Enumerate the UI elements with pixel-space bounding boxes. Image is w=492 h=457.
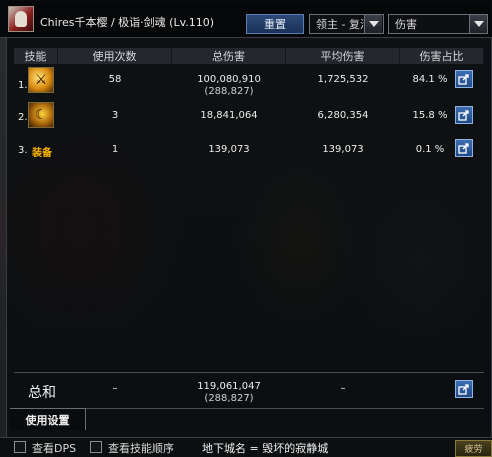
uses-value: 1 — [111, 144, 119, 155]
chevron-down-icon — [364, 15, 382, 33]
equipment-label: 装备 — [32, 148, 52, 159]
uses-value: 3 — [111, 110, 119, 121]
character-title: Chires千本樱 / 极诣·剑魂 (Lv.110) — [40, 16, 215, 29]
panel-header: Chires千本樱 / 极诣·剑魂 (Lv.110) 重置 领主 - 复活...… — [0, 0, 492, 38]
summary-total-subvalue: (288,827) — [204, 393, 254, 404]
summary-label: 总和 — [28, 385, 56, 401]
corner-button[interactable]: 疲劳 — [455, 440, 492, 457]
row-index: 2. — [18, 112, 28, 123]
avg-damage-value: 6,280,354 — [317, 110, 369, 121]
avatar-portrait-icon — [15, 11, 27, 27]
export-icon[interactable] — [455, 139, 473, 157]
metric-dropdown[interactable]: 伤害 — [388, 14, 488, 34]
sword-burst-skill-icon: ⚔ — [28, 67, 54, 93]
export-icon[interactable] — [455, 380, 473, 398]
summary-uses: – — [112, 383, 118, 394]
column-header-damage-share: 伤害占比 — [400, 48, 484, 64]
damage-share-value: 0.1 % — [415, 144, 445, 155]
show-skill-order-label: 查看技能顺序 — [108, 442, 174, 455]
show-dps-label: 查看DPS — [32, 442, 77, 455]
target-filter-arrow[interactable] — [364, 14, 384, 34]
column-header-uses: 使用次数 — [58, 48, 172, 64]
avg-damage-value: 139,073 — [322, 144, 364, 155]
damage-stats-panel — [6, 0, 492, 440]
avg-damage-value: 1,725,532 — [317, 74, 369, 85]
export-icon[interactable] — [455, 106, 473, 124]
total-damage-subvalue: (288,827) — [204, 86, 254, 97]
total-damage-value: 18,841,064 — [200, 110, 258, 121]
row-index: 3. — [18, 145, 28, 156]
damage-share-value: 15.8 % — [412, 110, 448, 121]
show-dps-checkbox[interactable] — [14, 441, 26, 453]
column-header-total-damage: 总伤害 — [172, 48, 286, 64]
total-damage-value: 100,080,910 — [197, 74, 261, 85]
character-avatar — [8, 6, 34, 32]
column-header-skill: 技能 — [14, 48, 58, 64]
dungeon-name: 地下城名 = 毁坏的寂静城 — [202, 442, 329, 455]
chevron-down-icon — [469, 15, 487, 33]
damage-share-value: 84.1 % — [412, 74, 448, 85]
tab-usage-settings[interactable]: 使用设置 — [10, 408, 86, 430]
crescent-slash-skill-icon: ☾ — [28, 102, 54, 128]
export-icon[interactable] — [455, 70, 473, 88]
total-damage-value: 139,073 — [208, 144, 250, 155]
summary-divider — [14, 372, 484, 373]
column-header-avg-damage: 平均伤害 — [286, 48, 400, 64]
uses-value: 58 — [108, 74, 122, 85]
summary-total: 119,061,047 — [197, 381, 261, 392]
reset-button[interactable]: 重置 — [246, 14, 304, 34]
summary-avg: – — [340, 383, 346, 394]
show-skill-order-checkbox[interactable] — [90, 441, 102, 453]
metric-value: 伤害 — [395, 18, 417, 31]
row-index: 1. — [18, 80, 28, 91]
